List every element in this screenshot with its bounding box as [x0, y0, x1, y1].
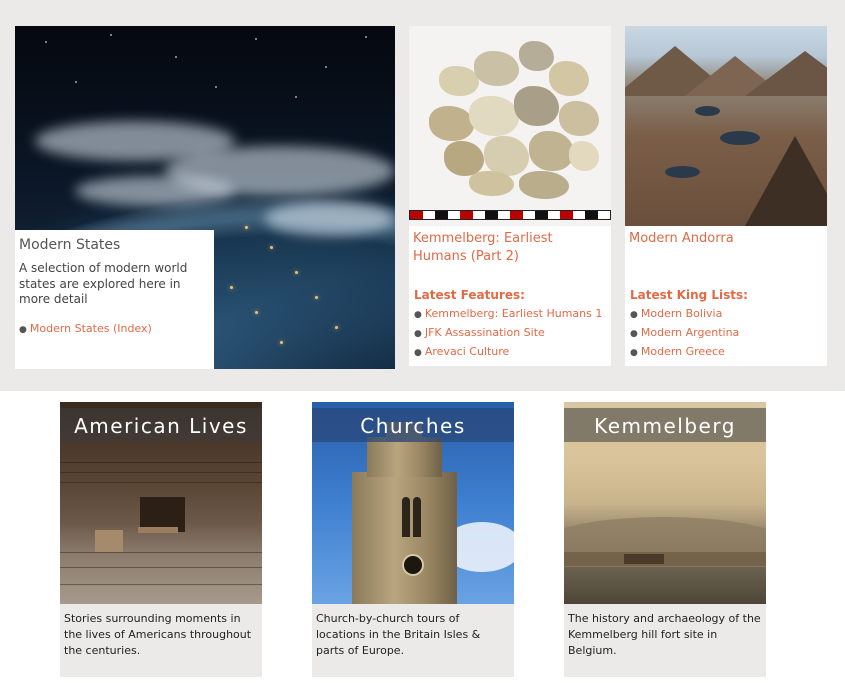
bullet-icon: ● — [414, 329, 422, 339]
section-heading: Latest Features: — [414, 288, 525, 302]
list-item[interactable]: ● Modern Bolivia — [630, 305, 739, 324]
latest-features-list: ● Kemmelberg: Earliest Humans 1 ● JFK Assa… — [414, 305, 602, 362]
card-title[interactable]: Modern Andorra — [629, 230, 825, 248]
andorra-mountains-image[interactable] — [625, 26, 827, 226]
list-item[interactable]: ● Modern Greece — [630, 343, 739, 362]
flint-stones-image[interactable] — [409, 26, 611, 226]
list-item[interactable]: ● JFK Assassination Site — [414, 324, 602, 343]
tile-banner[interactable]: Churches — [312, 408, 514, 442]
tile-kemmelberg[interactable]: Kemmelberg The history and archaeology o… — [564, 402, 766, 677]
bullet-icon: ● — [414, 348, 422, 358]
modern-states-index-link[interactable]: ● Modern States (Index) — [19, 322, 152, 335]
card-kemmelberg: Kemmelberg: Earliest Humans (Part 2) Lat… — [409, 26, 611, 366]
list-item-label[interactable]: JFK Assassination Site — [425, 326, 545, 339]
feature-card: Modern States A selection of modern worl… — [15, 230, 214, 369]
list-item[interactable]: ● Kemmelberg: Earliest Humans 1 — [414, 305, 602, 324]
link-label[interactable]: Modern States (Index) — [30, 322, 152, 335]
bullet-icon: ● — [630, 310, 638, 320]
tile-caption: Church-by-church tours of locations in t… — [316, 612, 481, 657]
list-item-label[interactable]: Modern Bolivia — [641, 307, 722, 320]
bullet-icon: ● — [19, 325, 27, 335]
section-heading: Latest King Lists: — [630, 288, 748, 302]
feature-title[interactable]: Modern States — [19, 237, 120, 253]
card-modern-andorra: Modern Andorra Latest King Lists: ● Moder… — [625, 26, 827, 366]
bullet-icon: ● — [630, 329, 638, 339]
bullet-icon: ● — [414, 310, 422, 320]
feature-description: A selection of modern world states are e… — [19, 261, 188, 306]
tile-american-lives[interactable]: American Lives Stories surrounding momen… — [60, 402, 262, 677]
feature-modern-states[interactable]: Modern States A selection of modern worl… — [15, 26, 395, 369]
list-item-label[interactable]: Modern Greece — [641, 345, 725, 358]
list-item-label[interactable]: Modern Argentina — [641, 326, 739, 339]
latest-king-lists: ● Modern Bolivia ● Modern Argentina ● Moder… — [630, 305, 739, 362]
list-item[interactable]: ● Arevaci Culture — [414, 343, 602, 362]
list-item-label[interactable]: Kemmelberg: Earliest Humans 1 — [425, 307, 602, 320]
tile-caption: The history and archaeology of the Kemme… — [568, 612, 761, 657]
tile-caption: Stories surrounding moments in the lives… — [64, 612, 252, 657]
list-item-label[interactable]: Arevaci Culture — [425, 345, 509, 358]
tile-banner[interactable]: American Lives — [60, 408, 262, 442]
bullet-icon: ● — [630, 348, 638, 358]
card-title[interactable]: Kemmelberg: Earliest Humans (Part 2) — [413, 230, 609, 266]
list-item[interactable]: ● Modern Argentina — [630, 324, 739, 343]
tile-churches[interactable]: Churches Church-by-church tours of locat… — [312, 402, 514, 677]
tile-banner[interactable]: Kemmelberg — [564, 408, 766, 442]
scale-ruler — [409, 210, 611, 220]
